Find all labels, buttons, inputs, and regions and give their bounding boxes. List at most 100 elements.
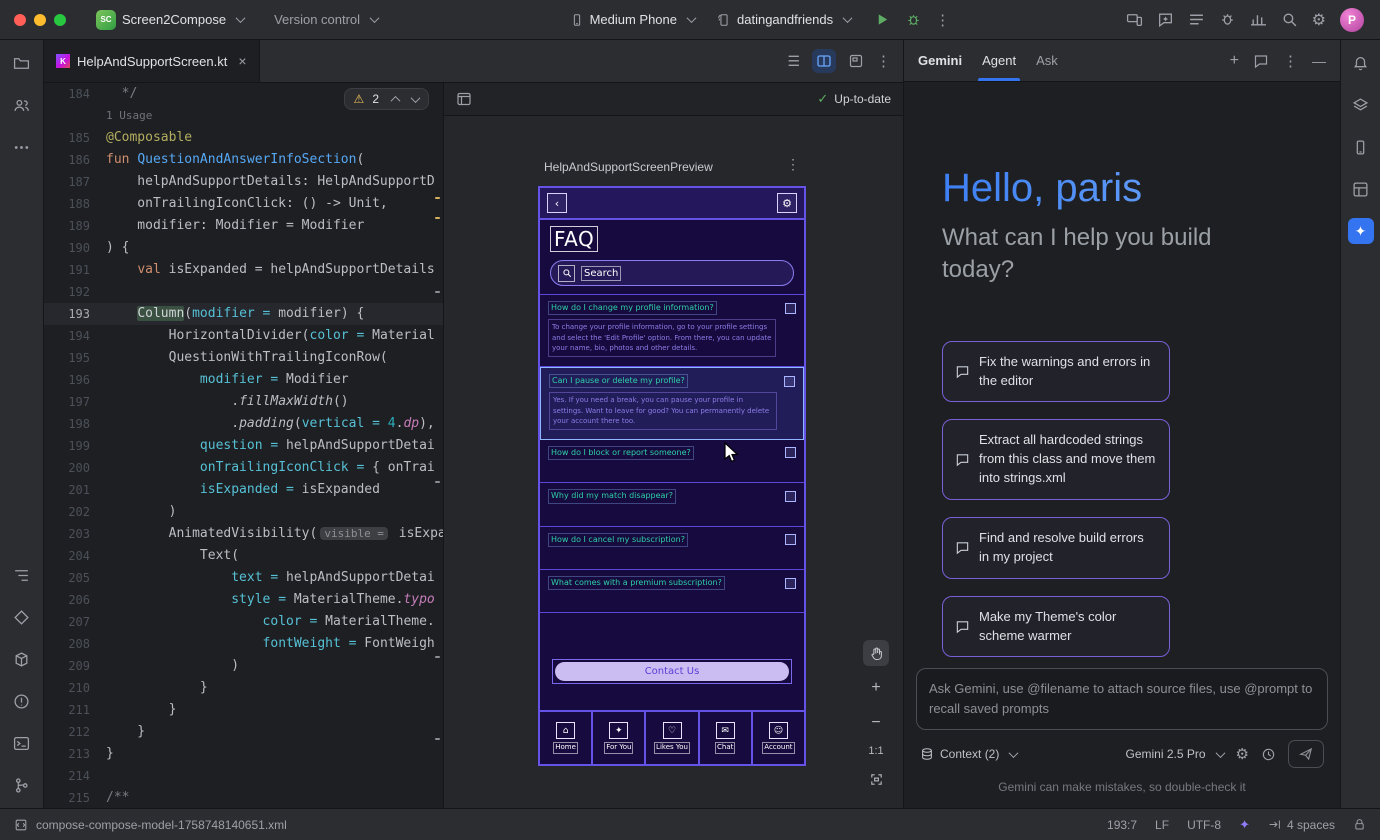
faq-item[interactable]: What comes with a premium subscription? <box>540 570 804 613</box>
zoom-ratio-button[interactable]: 1:1 <box>868 745 883 757</box>
code-line[interactable]: 192 <box>44 281 443 303</box>
preview-name-label[interactable]: HelpAndSupportScreenPreview <box>544 160 713 174</box>
send-button[interactable] <box>1288 740 1324 768</box>
device-manager-icon[interactable] <box>1348 134 1374 160</box>
code-line[interactable]: 196 modifier = Modifier <box>44 369 443 391</box>
faq-expand-icon[interactable] <box>784 376 795 387</box>
nav-item-likes-you[interactable]: ♡Likes You <box>646 712 699 764</box>
code-line[interactable]: 194 HorizontalDivider(color = Material <box>44 325 443 347</box>
zoom-out-button[interactable]: − <box>863 710 889 736</box>
debug-button[interactable] <box>906 12 921 27</box>
new-chat-plus-icon[interactable]: + <box>1230 52 1239 70</box>
nav-item-home[interactable]: ⌂Home <box>540 712 593 764</box>
device-mirroring-icon[interactable] <box>1126 11 1143 28</box>
profiler-icon[interactable] <box>1250 11 1267 28</box>
split-view-icon[interactable] <box>812 49 836 73</box>
inspection-widget[interactable]: ⚠ 2 <box>344 88 429 110</box>
close-window-button[interactable] <box>14 14 26 26</box>
code-line[interactable]: 203 AnimatedVisibility(visible = isExpan <box>44 523 443 545</box>
suggestion-card[interactable]: Find and resolve build errors in my proj… <box>942 517 1170 579</box>
code-line[interactable]: 213} <box>44 743 443 765</box>
code-line[interactable]: 186fun QuestionAndAnswerInfoSection( <box>44 149 443 171</box>
code-line[interactable]: 193 Column(modifier = modifier) { <box>44 303 443 325</box>
code-line[interactable]: 188 onTrailingIconClick: () -> Unit, <box>44 193 443 215</box>
phone-preview[interactable]: ‹ ⚙ FAQ Search <box>538 186 806 766</box>
code-line[interactable]: 199 question = helpAndSupportDetai <box>44 435 443 457</box>
running-device-selector[interactable]: datingandfriends <box>709 8 859 31</box>
file-encoding[interactable]: UTF-8 <box>1187 818 1221 832</box>
code-line[interactable]: 197 .fillMaxWidth() <box>44 391 443 413</box>
close-tab-icon[interactable]: × <box>238 53 246 69</box>
back-icon[interactable]: ‹ <box>547 193 567 213</box>
code-line[interactable]: 195 QuestionWithTrailingIconRow( <box>44 347 443 369</box>
editor-tab[interactable]: K HelpAndSupportScreen.kt × <box>44 40 260 82</box>
code-line[interactable]: 206 style = MaterialTheme.typo <box>44 589 443 611</box>
suggestion-card[interactable]: Fix the warnings and errors in the edito… <box>942 341 1170 403</box>
code-line[interactable]: 207 color = MaterialTheme. <box>44 611 443 633</box>
app-quality-insights-icon[interactable] <box>1219 11 1236 28</box>
zoom-window-button[interactable] <box>54 14 66 26</box>
faq-expand-icon[interactable] <box>785 447 796 458</box>
run-button[interactable] <box>875 12 890 27</box>
logcat-icon[interactable] <box>1188 11 1205 28</box>
pan-hand-icon[interactable] <box>863 640 889 666</box>
panel-options-kebab[interactable]: ⋮ <box>1283 52 1298 70</box>
faq-item[interactable]: How do I cancel my subscription? <box>540 527 804 570</box>
assistant-tool-icon[interactable] <box>1348 92 1374 118</box>
code-line[interactable]: 209 ) <box>44 655 443 677</box>
faq-expand-icon[interactable] <box>785 578 796 589</box>
faq-expand-icon[interactable] <box>785 303 796 314</box>
code-editor[interactable]: ⚠ 2 184 */1 Usage185@Composable186fun Qu… <box>44 83 444 808</box>
code-line[interactable]: 189 modifier: Modifier = Modifier <box>44 215 443 237</box>
stripe-mark[interactable] <box>435 291 440 293</box>
contact-us-button[interactable]: Contact Us <box>552 659 792 684</box>
hide-panel-icon[interactable]: — <box>1312 53 1326 69</box>
search-icon[interactable] <box>1281 11 1298 28</box>
structure-tool-icon[interactable] <box>9 562 35 588</box>
suggestion-card[interactable]: Make my Theme's color scheme warmer <box>942 596 1170 658</box>
stripe-mark[interactable] <box>435 738 440 740</box>
git-tool-icon[interactable] <box>9 772 35 798</box>
code-line[interactable]: 204 Text( <box>44 545 443 567</box>
notifications-bell-icon[interactable] <box>1348 50 1374 76</box>
code-line[interactable]: 187 helpAndSupportDetails: HelpAndSuppor… <box>44 171 443 193</box>
gemini-settings-gear-icon[interactable]: ⚙ <box>1236 745 1249 763</box>
tab-options-kebab[interactable]: ⋮ <box>876 52 891 70</box>
zoom-to-fit-button[interactable] <box>863 766 889 792</box>
nav-item-for-you[interactable]: ✦For You <box>593 712 646 764</box>
gemini-prompt-input[interactable]: Ask Gemini, use @filename to attach sour… <box>916 668 1328 730</box>
more-tools-icon[interactable] <box>9 134 35 160</box>
model-selector[interactable]: Gemini 2.5 Pro <box>1126 747 1224 761</box>
code-line[interactable]: 200 onTrailingIconClick = { onTrai <box>44 457 443 479</box>
code-line[interactable]: 190) { <box>44 237 443 259</box>
search-bar[interactable]: Search <box>550 260 794 286</box>
resource-manager-icon[interactable] <box>9 604 35 630</box>
faq-expand-icon[interactable] <box>785 534 796 545</box>
preview-canvas[interactable]: HelpAndSupportScreenPreview ⋮ ‹ ⚙ FAQ <box>444 116 903 808</box>
prev-warning-icon[interactable] <box>391 95 401 105</box>
prompt-history-clock-icon[interactable] <box>1261 747 1276 762</box>
stripe-mark[interactable] <box>435 656 440 658</box>
user-avatar[interactable]: P <box>1340 8 1364 32</box>
warning-stripe-mark[interactable] <box>435 217 440 219</box>
project-selector[interactable]: SC Screen2Compose <box>88 6 252 34</box>
minimize-window-button[interactable] <box>34 14 46 26</box>
build-tool-icon[interactable] <box>9 646 35 672</box>
terminal-tool-icon[interactable] <box>9 730 35 756</box>
status-file-name[interactable]: compose-compose-model-1758748140651.xml <box>36 818 287 832</box>
line-separator[interactable]: LF <box>1155 818 1169 832</box>
more-actions-kebab[interactable]: ⋮ <box>935 11 950 29</box>
indent-setting[interactable]: 4 spaces <box>1268 818 1335 832</box>
nav-item-account[interactable]: ☺Account <box>753 712 804 764</box>
stripe-mark[interactable] <box>435 481 440 483</box>
faq-item[interactable]: Can I pause or delete my profile?Yes. If… <box>540 367 804 440</box>
code-line[interactable]: 212 } <box>44 721 443 743</box>
code-line[interactable]: 205 text = helpAndSupportDetai <box>44 567 443 589</box>
project-tool-icon[interactable] <box>9 50 35 76</box>
zoom-in-button[interactable]: + <box>863 675 889 701</box>
preview-options-kebab[interactable]: ⋮ <box>786 156 800 173</box>
faq-item[interactable]: Why did my match disappear? <box>540 483 804 526</box>
code-line[interactable]: 202 ) <box>44 501 443 523</box>
device-selector[interactable]: Medium Phone <box>562 8 703 31</box>
context-selector[interactable]: Context (2) <box>920 747 1017 761</box>
